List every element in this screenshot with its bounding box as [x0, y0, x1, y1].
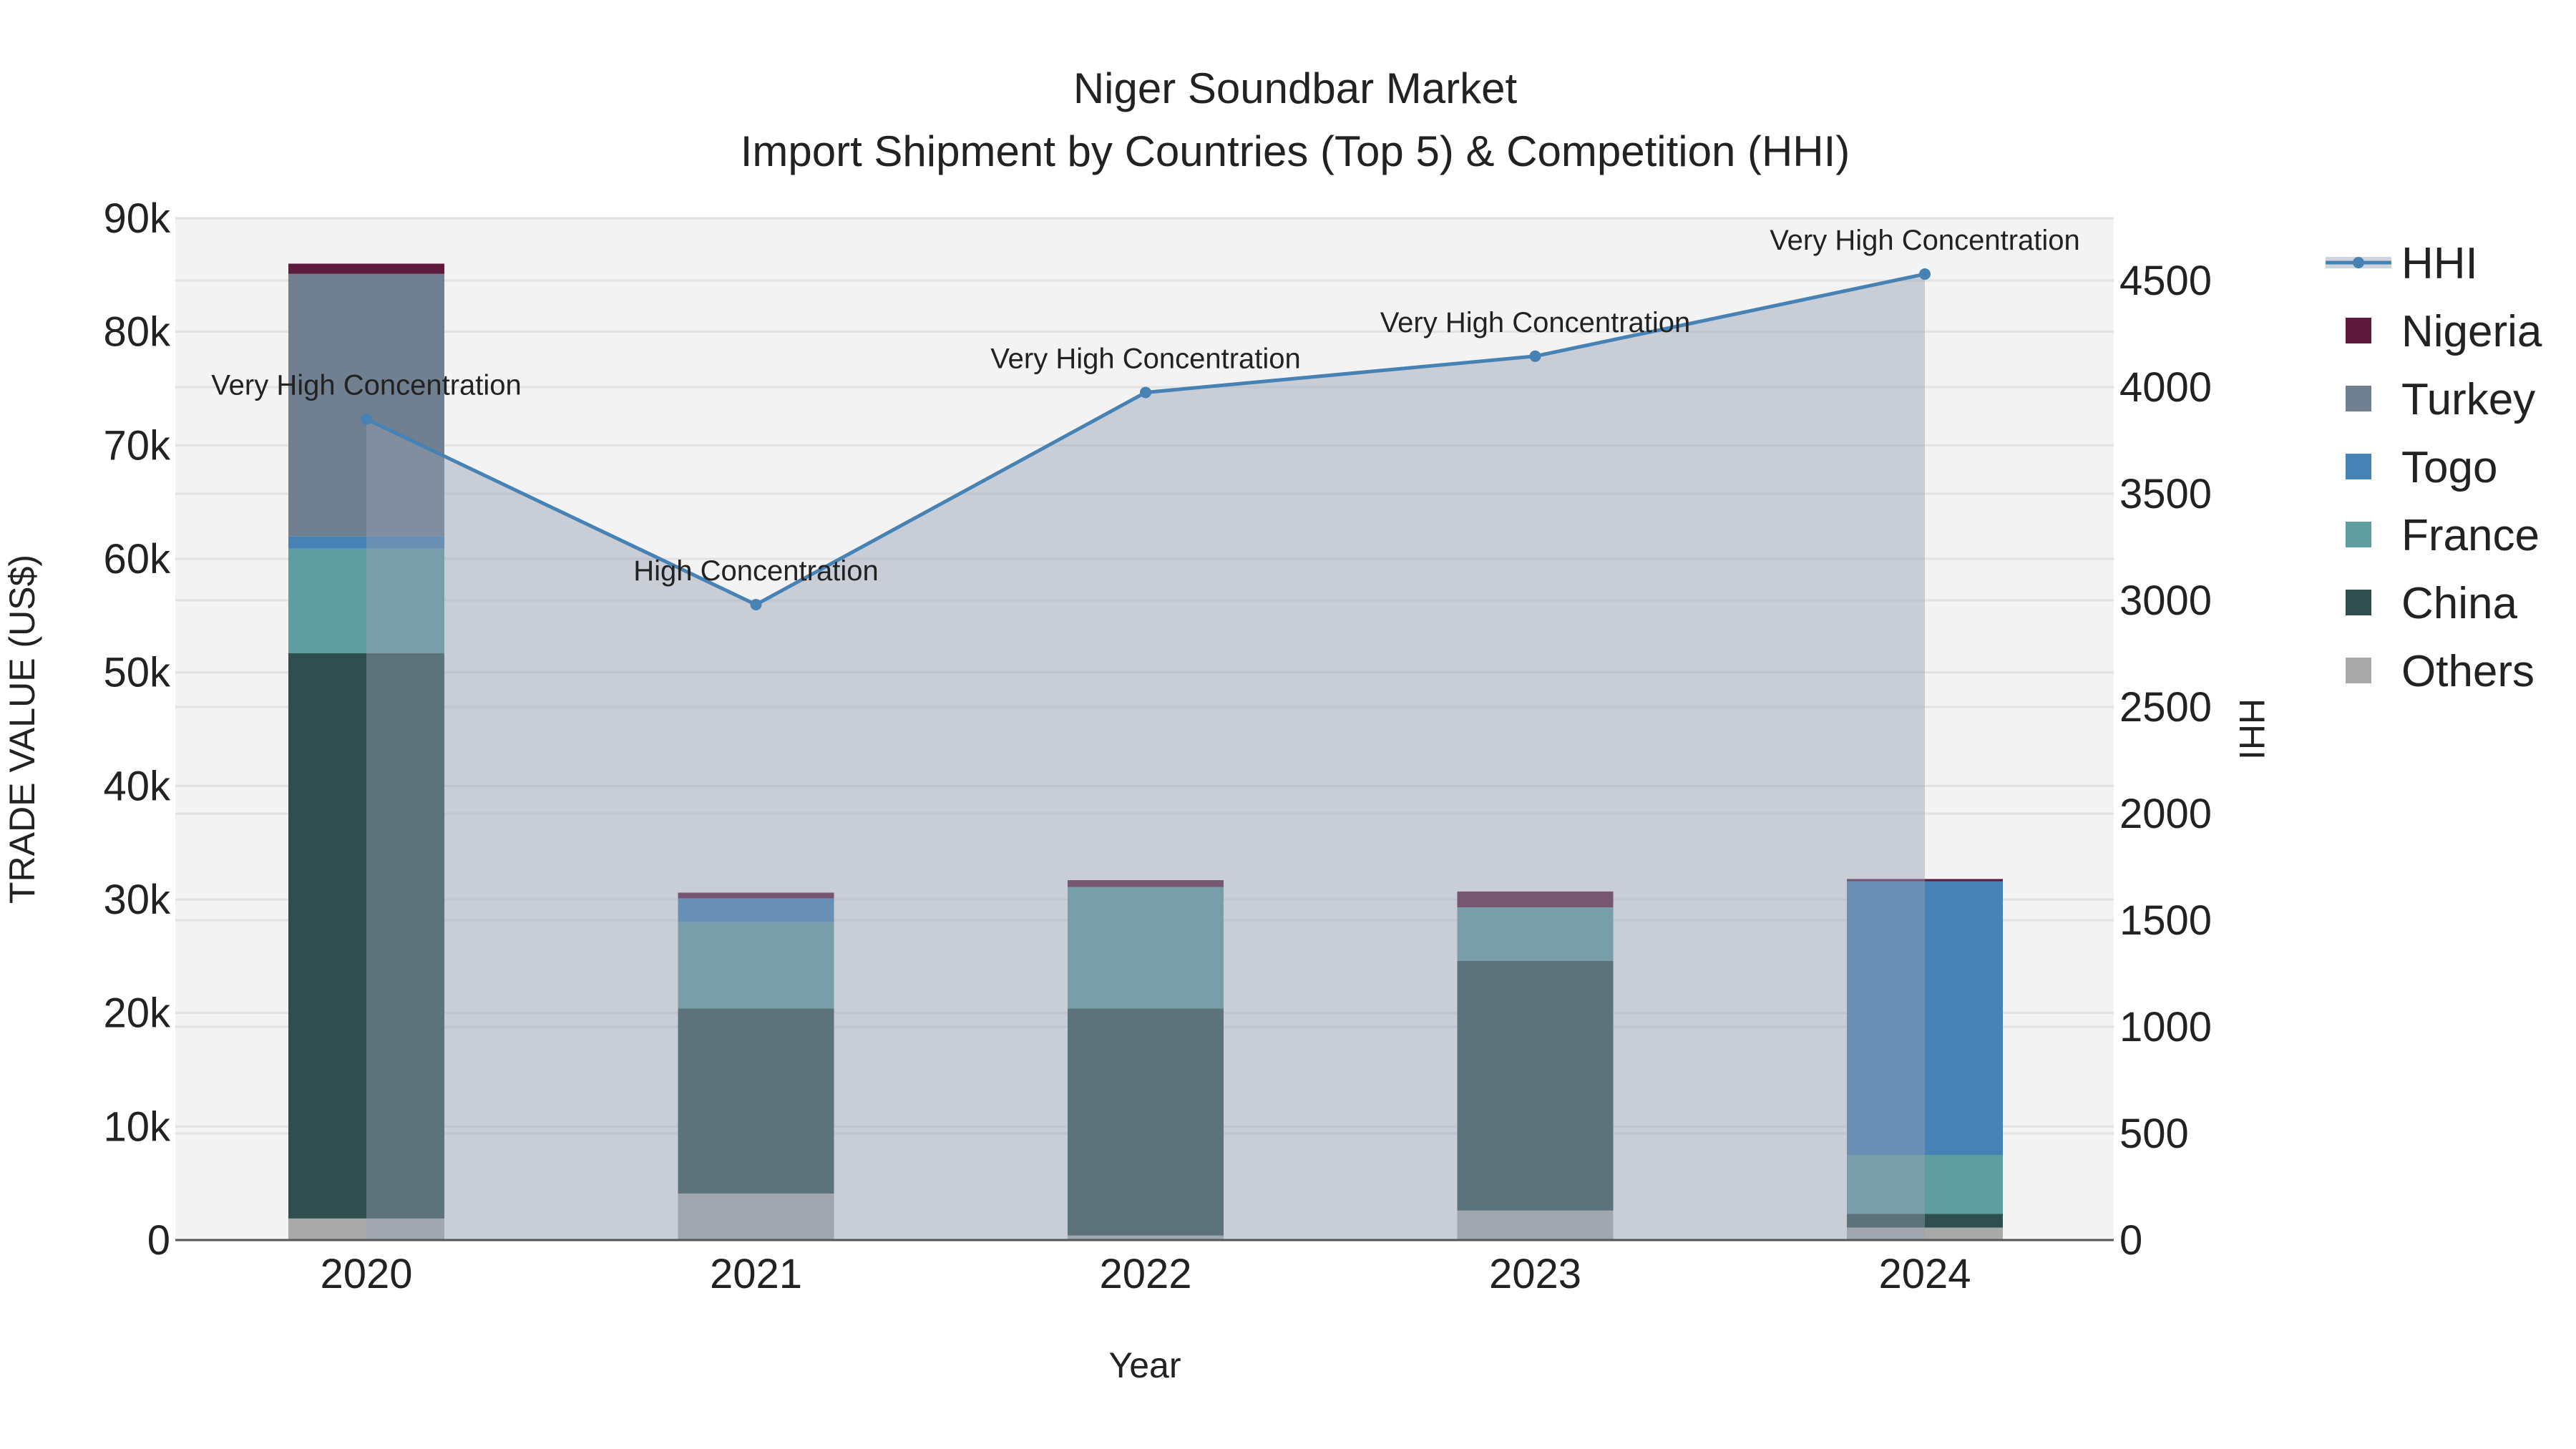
y2-tick-label: 2000 [2119, 791, 2212, 837]
y2-tick-label: 500 [2119, 1111, 2189, 1157]
hhi-annotation: Very High Concentration [1770, 225, 2080, 256]
hhi-point [361, 413, 372, 425]
legend-label: Togo [2401, 443, 2497, 492]
y-tick-label: 50k [103, 650, 171, 696]
legend: HHI Nigeria Turkey Togo France China Others [2326, 239, 2542, 696]
x-axis-title: Year [1108, 1345, 1181, 1385]
y-tick-label: 20k [103, 990, 171, 1037]
y-tick-label: 60k [103, 536, 171, 582]
y2-tick-label: 3500 [2119, 471, 2212, 517]
x-tick-label: 2020 [320, 1251, 412, 1297]
x-tick-label: 2023 [1489, 1251, 1581, 1297]
legend-label: Others [2401, 647, 2534, 696]
y2-tick-label: 2500 [2119, 684, 2212, 731]
hhi-annotation: Very High Concentration [211, 370, 522, 401]
hhi-point [750, 598, 762, 610]
y2-tick-label: 1000 [2119, 1004, 2212, 1050]
y2-axis-title: HHI [2232, 698, 2272, 760]
hhi-annotation: High Concentration [633, 555, 878, 587]
chart-title: Niger Soundbar Market [1073, 64, 1518, 112]
legend-label: Turkey [2401, 375, 2535, 424]
legend-label: HHI [2401, 239, 2478, 288]
legend-swatch-others [2346, 658, 2371, 683]
y-tick-label: 30k [103, 877, 171, 923]
legend-hhi-marker-icon [2353, 257, 2364, 268]
legend-swatch-turkey [2346, 386, 2371, 411]
y-tick-label: 70k [103, 422, 171, 469]
x-tick-label: 2022 [1099, 1251, 1191, 1297]
y-tick-label: 40k [103, 763, 171, 809]
y2-tick-label: 3000 [2119, 577, 2212, 624]
chart-subtitle: Import Shipment by Countries (Top 5) & C… [741, 127, 1850, 175]
hhi-annotation: Very High Concentration [990, 343, 1301, 374]
y2-axis-ticks: 0 500 1000 1500 2000 2500 3000 3500 4000 4500 [2119, 258, 2212, 1264]
y2-tick-label: 0 [2119, 1217, 2142, 1264]
hhi-point [1919, 268, 1931, 280]
bar-segment-nigeria [288, 263, 444, 274]
y-tick-label: 0 [147, 1217, 170, 1264]
chart: Very High Concentration High Concentratio… [2, 64, 2542, 1385]
y-axis-title: TRADE VALUE (US$) [2, 555, 42, 904]
x-tick-label: 2021 [710, 1251, 802, 1297]
legend-swatch-france [2346, 522, 2371, 547]
legend-label: Nigeria [2401, 307, 2542, 356]
legend-swatch-nigeria [2346, 318, 2371, 343]
legend-swatch-china [2346, 590, 2371, 615]
legend-label: China [2401, 579, 2518, 628]
y-tick-label: 80k [103, 309, 171, 356]
y2-tick-label: 4000 [2119, 364, 2212, 411]
hhi-point [1529, 350, 1541, 362]
y2-tick-label: 1500 [2119, 897, 2212, 944]
x-axis-ticks: 2020 2021 2022 2023 2024 [320, 1251, 1971, 1297]
y2-tick-label: 4500 [2119, 258, 2212, 304]
hhi-point [1140, 386, 1151, 399]
x-tick-label: 2024 [1878, 1251, 1971, 1297]
legend-label: France [2401, 511, 2540, 560]
y-axis-ticks: 0 10k 20k 30k 40k 50k 60k 70k 80k 90k [103, 195, 171, 1264]
y-tick-label: 10k [103, 1103, 171, 1150]
hhi-annotation: Very High Concentration [1380, 307, 1691, 338]
legend-swatch-togo [2346, 454, 2371, 479]
y-tick-label: 90k [103, 195, 171, 242]
